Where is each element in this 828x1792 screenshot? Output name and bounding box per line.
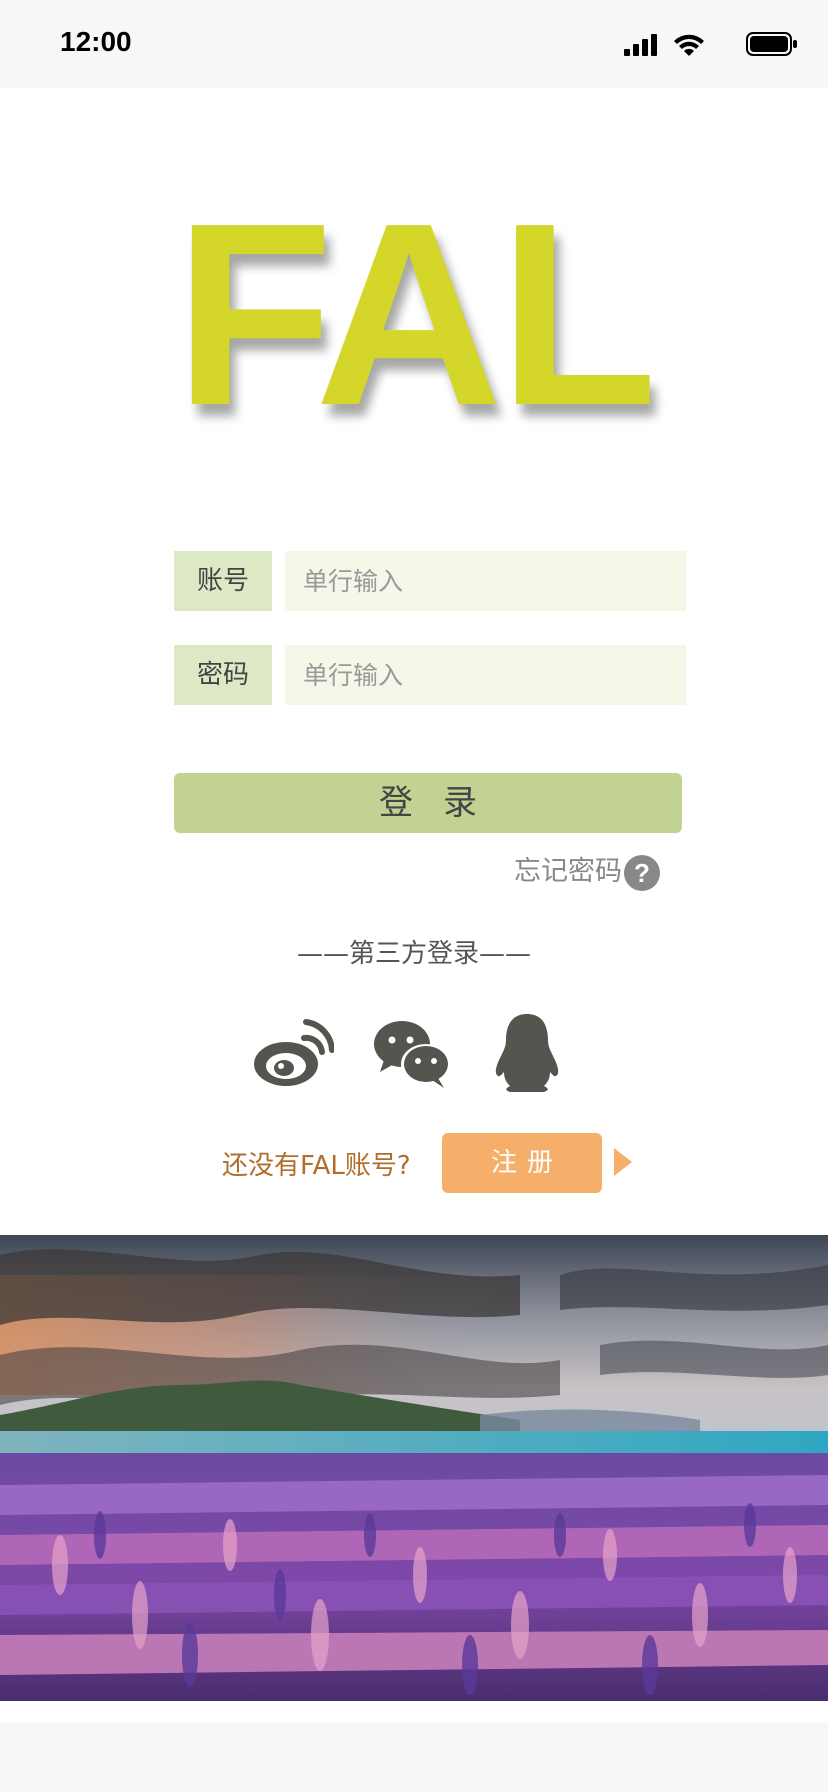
- status-icons: [598, 30, 798, 58]
- battery-icon: [746, 32, 797, 56]
- forgot-password-label: 忘记密码: [514, 856, 622, 887]
- qq-icon[interactable]: [492, 1012, 562, 1092]
- account-label: 账号: [174, 551, 272, 611]
- account-input[interactable]: [285, 551, 686, 611]
- play-arrow-icon[interactable]: [614, 1148, 632, 1176]
- bottom-bar: [0, 1722, 828, 1792]
- account-row: 账号: [174, 551, 686, 611]
- password-input[interactable]: [285, 645, 686, 705]
- register-button[interactable]: 注册: [442, 1133, 602, 1193]
- login-button-label: 登录: [379, 783, 507, 823]
- status-bar: 12:00: [0, 0, 828, 88]
- register-button-label: 注册: [490, 1148, 563, 1178]
- login-button[interactable]: 登录: [174, 773, 682, 833]
- third-party-title: ——第三方登录——: [296, 939, 531, 969]
- signal-icon: [624, 34, 657, 56]
- landscape-image: [0, 1235, 828, 1701]
- forgot-password-link[interactable]: 忘记密码?: [514, 852, 660, 892]
- status-time: 12:00: [60, 26, 132, 57]
- register-prompt: 还没有FAL账号?: [222, 1151, 411, 1181]
- app-logo: FAL: [174, 170, 657, 460]
- wifi-icon: [674, 34, 704, 56]
- password-row: 密码: [174, 645, 686, 705]
- wechat-icon[interactable]: [372, 1012, 452, 1092]
- weibo-icon[interactable]: [252, 1012, 334, 1092]
- help-icon[interactable]: ?: [624, 854, 660, 891]
- password-label: 密码: [174, 645, 272, 705]
